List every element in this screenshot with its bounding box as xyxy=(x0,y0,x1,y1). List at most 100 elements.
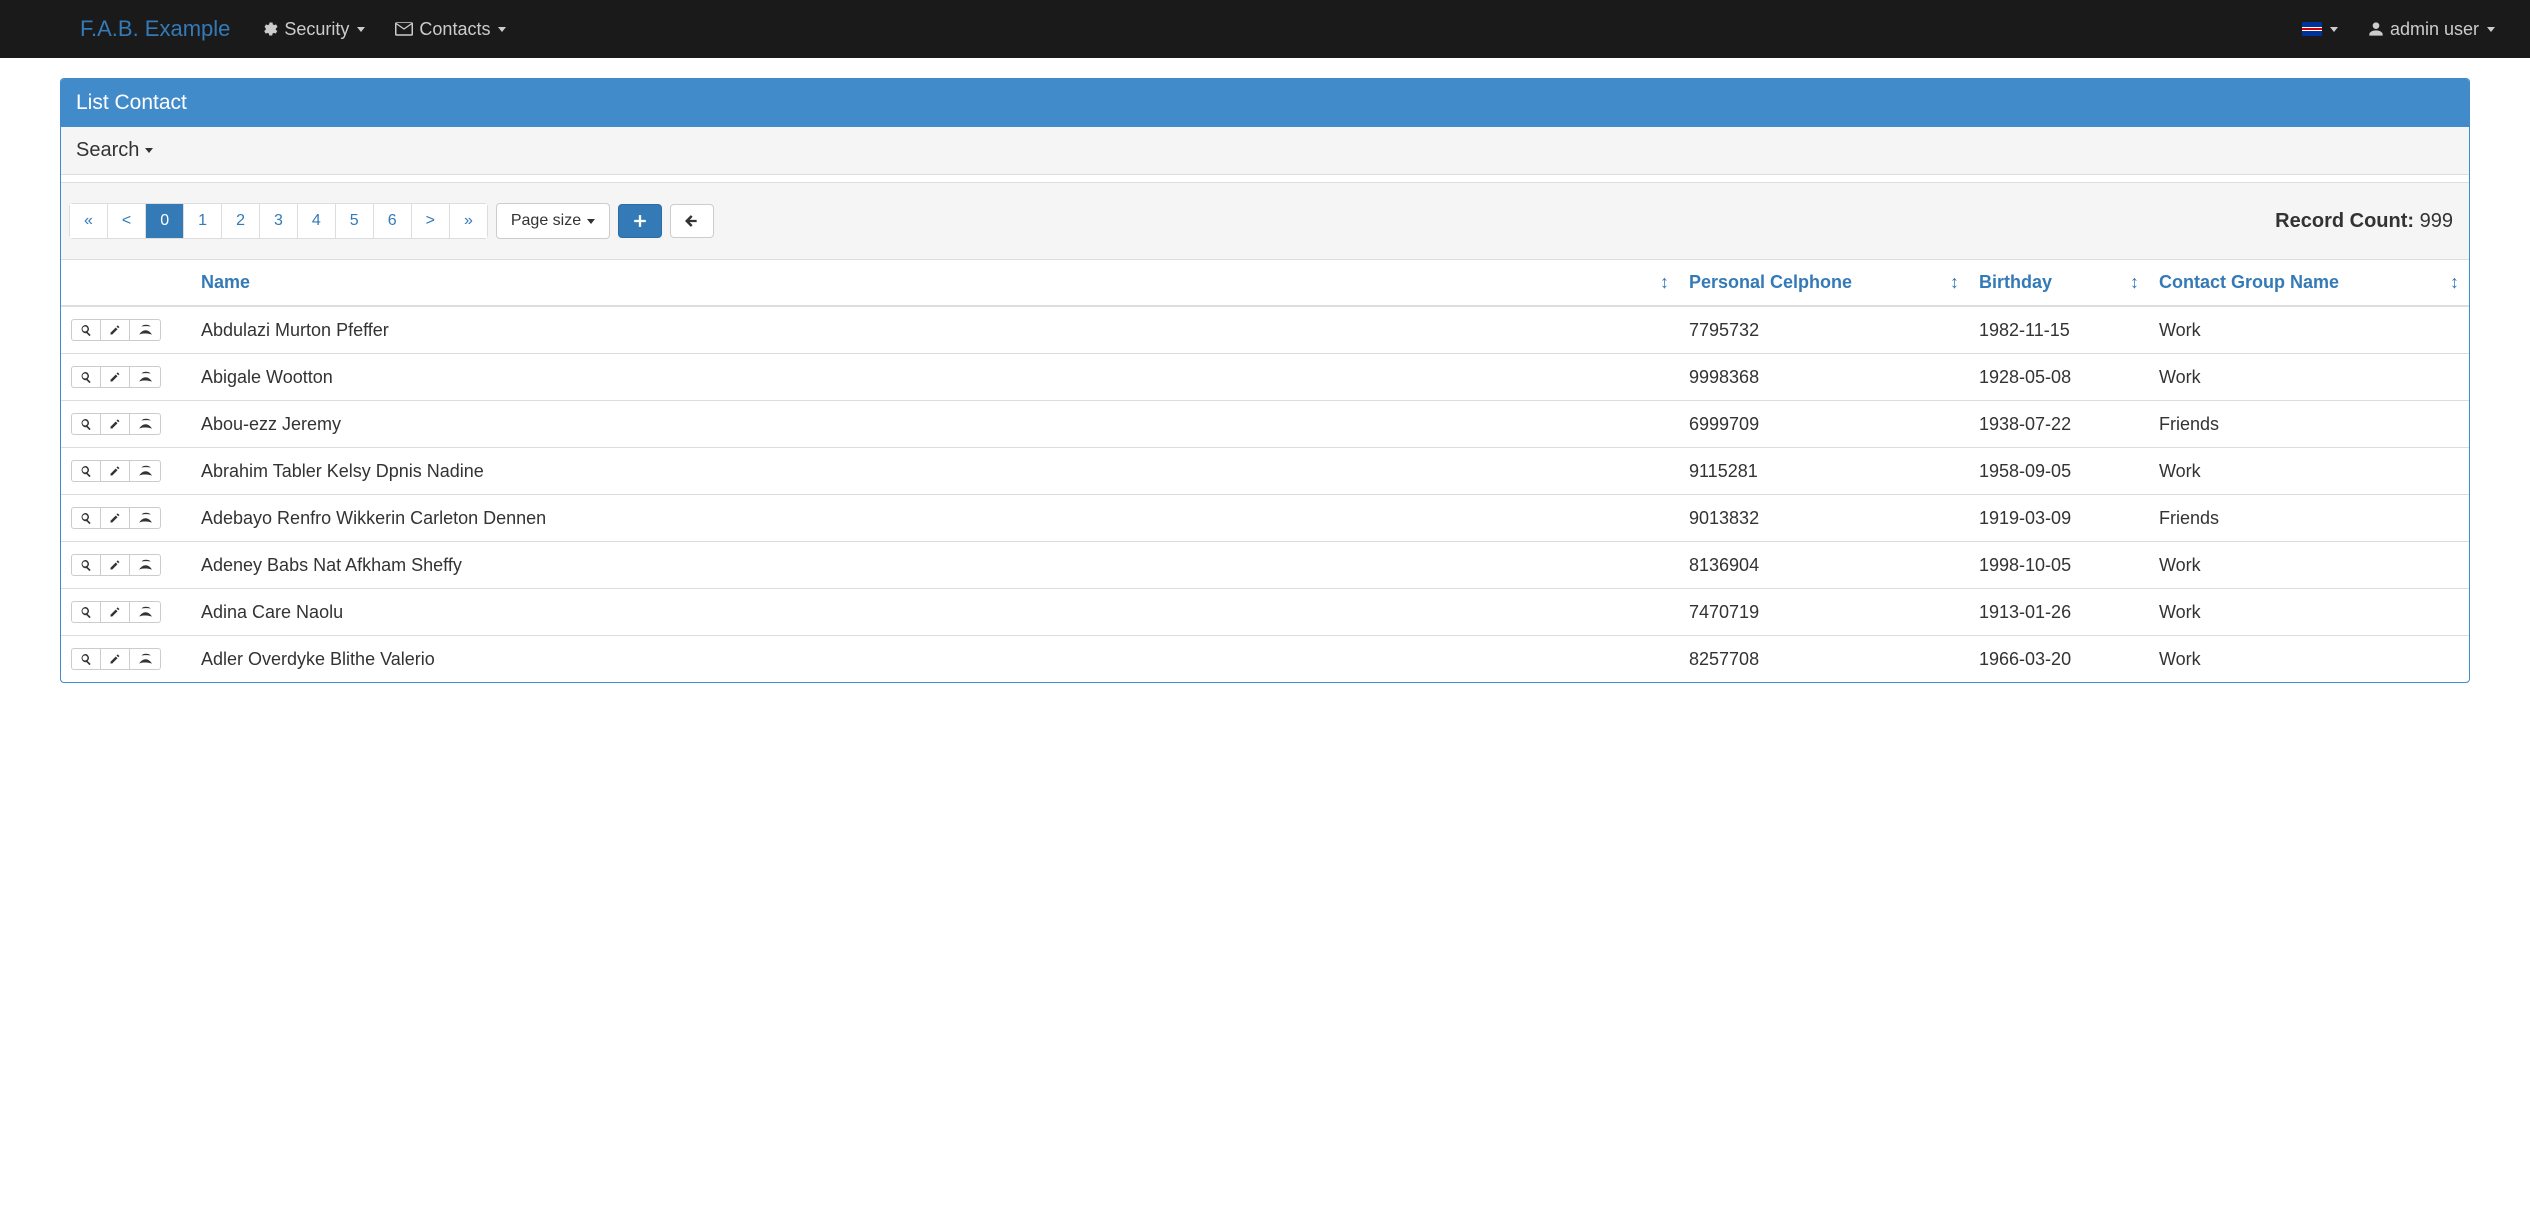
nav-contacts[interactable]: Contacts xyxy=(380,19,521,40)
cell-name: Abigale Wootton xyxy=(191,354,1679,401)
row-view-button[interactable] xyxy=(71,460,101,482)
row-delete-button[interactable] xyxy=(129,601,161,623)
row-view-button[interactable] xyxy=(71,319,101,341)
col-group-label: Contact Group Name xyxy=(2159,272,2339,292)
pencil-icon xyxy=(109,559,121,571)
row-edit-button[interactable] xyxy=(100,601,130,623)
caret-icon xyxy=(587,219,595,224)
eraser-icon xyxy=(138,606,152,618)
row-delete-button[interactable] xyxy=(129,460,161,482)
cell-group: Friends xyxy=(2149,401,2469,448)
user-icon xyxy=(2368,21,2384,37)
cell-name: Abou-ezz Jeremy xyxy=(191,401,1679,448)
page-link[interactable]: 1 xyxy=(184,204,221,238)
page-link[interactable]: < xyxy=(108,204,145,238)
sort-icon: ↕ xyxy=(1950,272,1959,293)
sort-icon: ↕ xyxy=(1660,272,1669,293)
page-link[interactable]: 2 xyxy=(222,204,259,238)
pencil-icon xyxy=(109,653,121,665)
cell-name: Adebayo Renfro Wikkerin Carleton Dennen xyxy=(191,495,1679,542)
plus-icon xyxy=(633,214,647,228)
search-toggle[interactable]: Search xyxy=(61,127,2469,175)
record-count-label: Record Count: xyxy=(2275,210,2414,232)
list-panel: List Contact Search «<0123456>» Page siz… xyxy=(60,78,2470,683)
page-link[interactable]: 5 xyxy=(336,204,373,238)
search-icon xyxy=(80,418,92,430)
record-count: Record Count: 999 xyxy=(2275,210,2461,233)
col-group[interactable]: Contact Group Name ↕ xyxy=(2149,260,2469,306)
search-icon xyxy=(80,653,92,665)
table-row: Abrahim Tabler Kelsy Dpnis Nadine9115281… xyxy=(61,448,2469,495)
add-button[interactable] xyxy=(618,204,662,238)
eraser-icon xyxy=(138,324,152,336)
cell-name: Abdulazi Murton Pfeffer xyxy=(191,306,1679,354)
row-delete-button[interactable] xyxy=(129,554,161,576)
col-celphone-label: Personal Celphone xyxy=(1689,272,1852,292)
eraser-icon xyxy=(138,653,152,665)
navbar: F.A.B. Example Security Contacts admin u… xyxy=(0,0,2530,58)
cell-celphone: 9013832 xyxy=(1679,495,1969,542)
cell-birthday: 1938-07-22 xyxy=(1969,401,2149,448)
nav-security[interactable]: Security xyxy=(245,19,380,40)
col-celphone[interactable]: Personal Celphone ↕ xyxy=(1679,260,1969,306)
row-view-button[interactable] xyxy=(71,554,101,576)
table-row: Adebayo Renfro Wikkerin Carleton Dennen9… xyxy=(61,495,2469,542)
row-view-button[interactable] xyxy=(71,413,101,435)
brand-link[interactable]: F.A.B. Example xyxy=(20,16,245,42)
page-size-dropdown[interactable]: Page size xyxy=(496,203,610,239)
col-birthday-label: Birthday xyxy=(1979,272,2052,292)
sort-icon: ↕ xyxy=(2450,272,2459,293)
page-link[interactable]: » xyxy=(450,204,487,238)
search-label: Search xyxy=(76,139,139,162)
back-button[interactable] xyxy=(670,204,714,238)
pencil-icon xyxy=(109,324,121,336)
search-icon xyxy=(80,559,92,571)
page-link[interactable]: 0 xyxy=(146,204,183,238)
cell-group: Work xyxy=(2149,542,2469,589)
row-view-button[interactable] xyxy=(71,507,101,529)
table-row: Abou-ezz Jeremy69997091938-07-22Friends xyxy=(61,401,2469,448)
col-name[interactable]: Name ↕ xyxy=(191,260,1679,306)
nav-security-label: Security xyxy=(284,19,349,40)
col-birthday[interactable]: Birthday ↕ xyxy=(1969,260,2149,306)
row-edit-button[interactable] xyxy=(100,554,130,576)
search-icon xyxy=(80,371,92,383)
caret-icon xyxy=(498,27,506,32)
row-edit-button[interactable] xyxy=(100,319,130,341)
caret-icon xyxy=(2487,27,2495,32)
row-delete-button[interactable] xyxy=(129,648,161,670)
col-name-label: Name xyxy=(201,272,250,292)
nav-contacts-label: Contacts xyxy=(419,19,490,40)
row-edit-button[interactable] xyxy=(100,366,130,388)
row-view-button[interactable] xyxy=(71,648,101,670)
nav-user[interactable]: admin user xyxy=(2353,19,2510,40)
cell-group: Work xyxy=(2149,636,2469,683)
table-row: Abigale Wootton99983681928-05-08Work xyxy=(61,354,2469,401)
row-edit-button[interactable] xyxy=(100,413,130,435)
nav-language[interactable] xyxy=(2287,22,2353,36)
page-link[interactable]: 6 xyxy=(374,204,411,238)
row-edit-button[interactable] xyxy=(100,507,130,529)
row-edit-button[interactable] xyxy=(100,648,130,670)
row-delete-button[interactable] xyxy=(129,319,161,341)
page-link[interactable]: 4 xyxy=(298,204,335,238)
row-view-button[interactable] xyxy=(71,601,101,623)
cell-celphone: 8257708 xyxy=(1679,636,1969,683)
record-count-value: 999 xyxy=(2420,210,2453,232)
row-view-button[interactable] xyxy=(71,366,101,388)
row-delete-button[interactable] xyxy=(129,366,161,388)
sort-icon: ↕ xyxy=(2130,272,2139,293)
flag-uk-icon xyxy=(2302,22,2322,36)
page-link[interactable]: 3 xyxy=(260,204,297,238)
cell-group: Work xyxy=(2149,354,2469,401)
row-delete-button[interactable] xyxy=(129,413,161,435)
row-delete-button[interactable] xyxy=(129,507,161,529)
search-icon xyxy=(80,512,92,524)
cogs-icon xyxy=(260,20,278,38)
row-edit-button[interactable] xyxy=(100,460,130,482)
page-link[interactable]: « xyxy=(70,204,107,238)
page-size-label: Page size xyxy=(511,212,581,230)
page-link[interactable]: > xyxy=(412,204,449,238)
cell-group: Work xyxy=(2149,306,2469,354)
cell-celphone: 8136904 xyxy=(1679,542,1969,589)
